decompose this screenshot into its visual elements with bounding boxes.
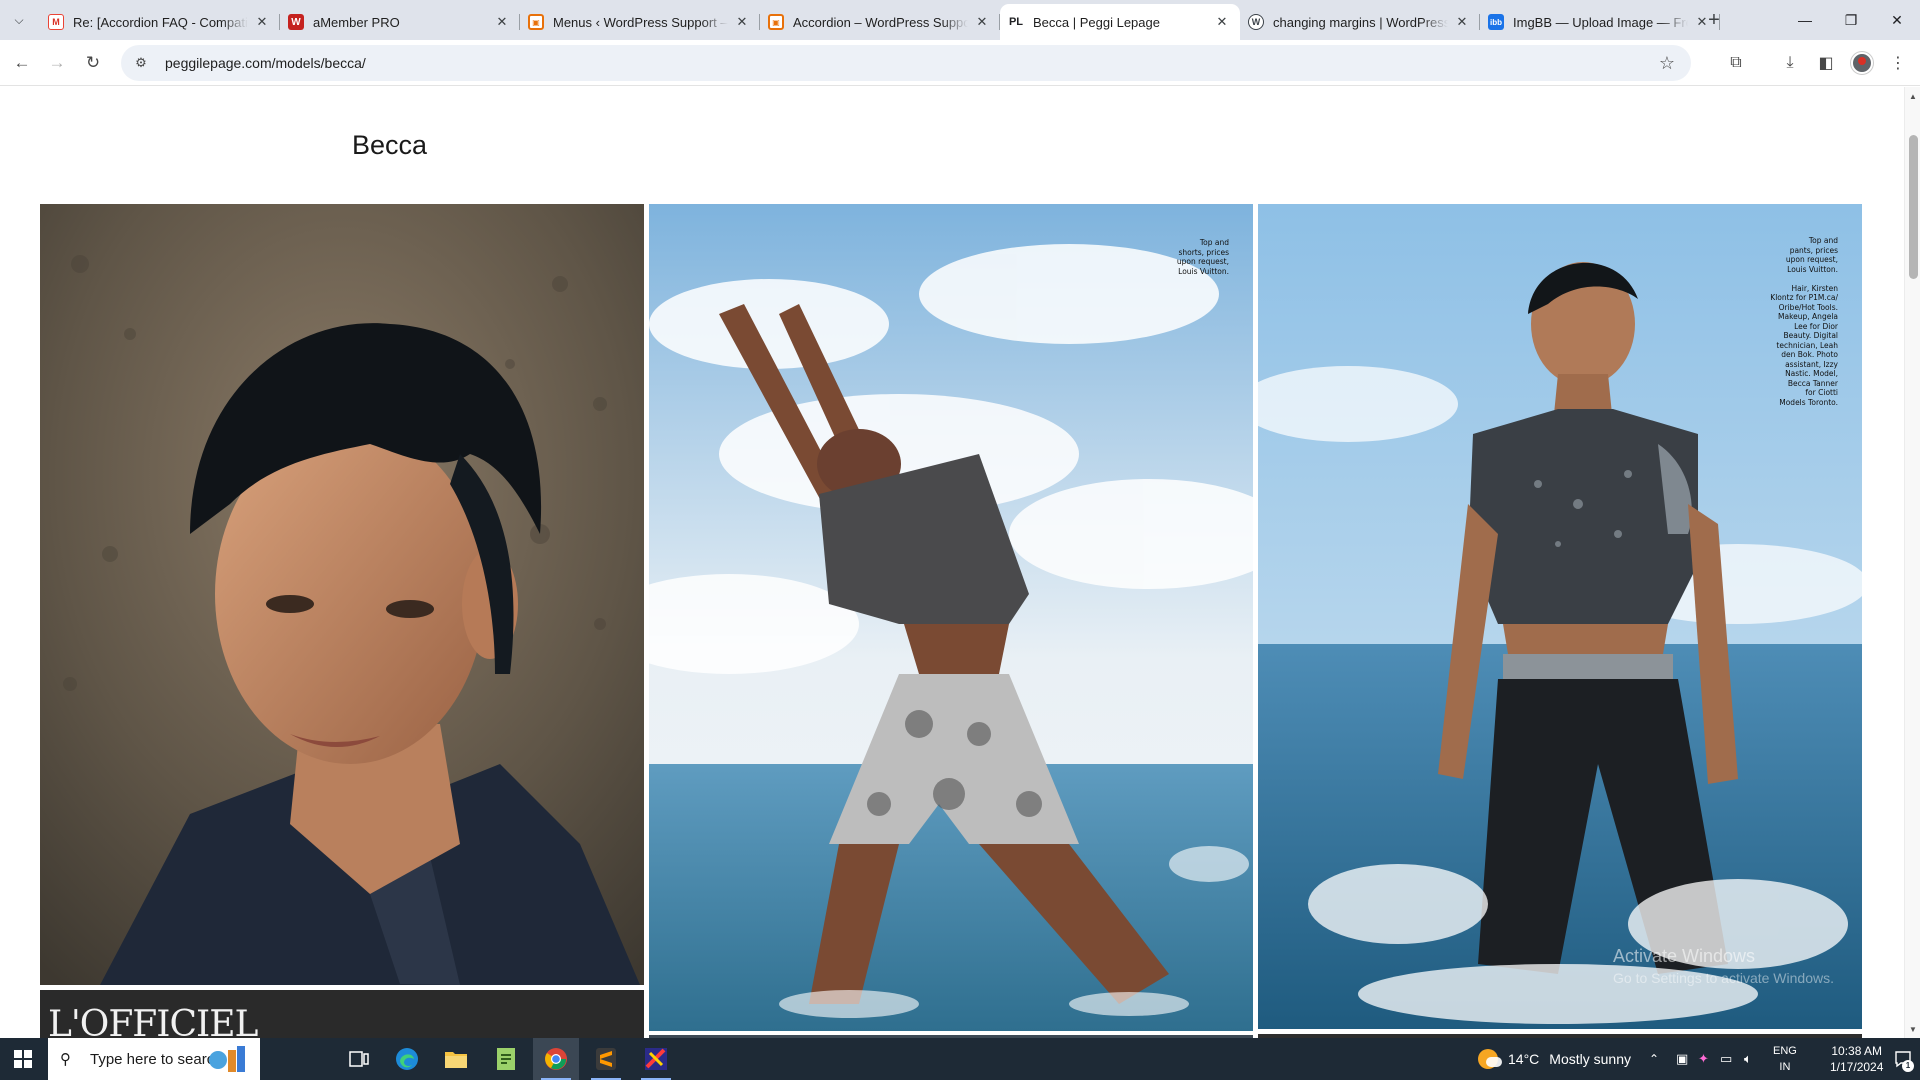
download-icon[interactable]: ⤓: [1778, 51, 1802, 75]
weather-condition: Mostly sunny: [1549, 1051, 1631, 1067]
show-hidden-icons-icon[interactable]: ⌃: [1649, 1038, 1659, 1080]
meet-now-icon[interactable]: ▣: [1676, 1038, 1688, 1080]
close-icon[interactable]: ✕: [974, 14, 990, 30]
bookmark-star-icon[interactable]: ☆: [1655, 51, 1679, 75]
tab-gmail[interactable]: M Re: [Accordion FAQ - Compatib ✕: [40, 4, 280, 40]
language-code: ENG: [1773, 1045, 1797, 1057]
tab-imgbb[interactable]: ibb ImgBB — Upload Image — Free ✕: [1480, 4, 1720, 40]
app-tray-icon[interactable]: ✦: [1698, 1038, 1709, 1080]
profile-avatar[interactable]: [1850, 51, 1874, 75]
page-scrollbar[interactable]: ▲ ▼: [1904, 87, 1920, 1038]
windows-logo-icon: [14, 1050, 32, 1068]
file-explorer-icon[interactable]: [433, 1038, 479, 1080]
menu-kebab-icon[interactable]: ⋮: [1886, 51, 1910, 75]
restore-icon[interactable]: ❐: [1828, 6, 1874, 34]
activate-windows-watermark: Activate Windows: [1613, 946, 1756, 966]
tab-title: changing margins | WordPress.: [1273, 14, 1448, 30]
tab-menus[interactable]: ▣ Menus ‹ WordPress Support — ✕: [520, 4, 760, 40]
sublime-text-icon[interactable]: [583, 1038, 629, 1080]
system-clock[interactable]: 10:38 AM 1/17/2024: [1830, 1038, 1883, 1080]
weather-temp: 14°C: [1508, 1051, 1540, 1067]
close-icon[interactable]: ✕: [1454, 14, 1470, 30]
search-icon: ⚲: [60, 1051, 71, 1068]
clock-date: 1/17/2024: [1830, 1060, 1884, 1074]
windows-taskbar: ⚲ Type here to search 14°C Mostly sunny …: [0, 1038, 1920, 1080]
notepad-plus-icon[interactable]: [483, 1038, 529, 1080]
tab-list: M Re: [Accordion FAQ - Compatib ✕ W aMem…: [40, 4, 1720, 40]
page-title: Becca: [352, 130, 428, 160]
browser-toolbar: ← → ↻ ⚙ peggilepage.com/models/becca/ ☆ …: [0, 40, 1920, 86]
site-info-icon[interactable]: ⚙: [127, 49, 155, 77]
wp-dashboard-icon: ▣: [768, 14, 784, 30]
side-panel-icon[interactable]: ◧: [1814, 51, 1838, 75]
window-close-icon[interactable]: ✕: [1874, 6, 1920, 34]
notification-center-icon[interactable]: 1: [1890, 1046, 1916, 1072]
network-icon[interactable]: ▭: [1720, 1038, 1732, 1080]
search-highlight-icon: [209, 1046, 245, 1072]
scroll-down-arrow-icon[interactable]: ▼: [1905, 1022, 1920, 1036]
back-icon[interactable]: ←: [8, 49, 36, 77]
extensions-icon[interactable]: ⧉: [1724, 51, 1748, 75]
forward-icon[interactable]: →: [43, 49, 71, 77]
volume-icon[interactable]: 🔈︎: [1744, 1038, 1752, 1080]
tab-title: Re: [Accordion FAQ - Compatib: [73, 14, 248, 30]
tab-becca[interactable]: PL Becca | Peggi Lepage ✕: [1000, 4, 1240, 40]
amember-icon: W: [288, 14, 304, 30]
close-icon[interactable]: ✕: [734, 14, 750, 30]
new-tab-icon[interactable]: +: [1702, 8, 1726, 32]
page-viewport: Becca L'OFFICIEL Top and shorts, prices …: [0, 87, 1904, 1038]
wordpress-icon: W: [1248, 14, 1264, 30]
search-placeholder: Type here to search: [90, 1050, 223, 1068]
scroll-up-arrow-icon[interactable]: ▲: [1905, 89, 1920, 103]
minimize-icon[interactable]: —: [1782, 6, 1828, 34]
edge-icon[interactable]: [384, 1038, 430, 1080]
region-code: IN: [1779, 1061, 1791, 1073]
start-button[interactable]: [0, 1038, 46, 1080]
tab-title: Accordion – WordPress Suppor: [793, 14, 968, 30]
task-view-icon[interactable]: [336, 1038, 382, 1080]
paint-app-icon[interactable]: [633, 1038, 679, 1080]
clock-time: 10:38 AM: [1831, 1044, 1883, 1058]
tab-strip: ⌵ M Re: [Accordion FAQ - Compatib ✕ W aM…: [0, 0, 1920, 40]
url-text[interactable]: peggilepage.com/models/becca/: [165, 55, 366, 71]
magazine-logo: L'OFFICIEL: [48, 1004, 258, 1038]
photo-magazine-cover[interactable]: L'OFFICIEL: [40, 990, 644, 1038]
gmail-icon: M: [48, 14, 64, 30]
taskbar-search-box[interactable]: ⚲ Type here to search: [48, 1038, 260, 1080]
notification-count: 1: [1902, 1060, 1914, 1072]
close-icon[interactable]: ✕: [494, 14, 510, 30]
tab-amember[interactable]: W aMember PRO ✕: [280, 4, 520, 40]
photo-credit-caption: Top and shorts, prices upon request, Lou…: [1176, 238, 1229, 276]
weather-sun-cloud-icon: [1478, 1049, 1502, 1069]
activate-windows-subtext: Go to Settings to activate Windows.: [1613, 970, 1834, 986]
photo-stretch[interactable]: Top and shorts, prices upon request, Lou…: [649, 204, 1253, 1031]
close-icon[interactable]: ✕: [1214, 14, 1230, 30]
photo-credit-caption: Top and pants, prices upon request, Loui…: [1770, 236, 1838, 407]
tab-search-icon[interactable]: ⌵: [7, 9, 31, 31]
wp-dashboard-icon: ▣: [528, 14, 544, 30]
tab-accordion[interactable]: ▣ Accordion – WordPress Suppor ✕: [760, 4, 1000, 40]
photo-walking[interactable]: Top and pants, prices upon request, Loui…: [1258, 204, 1862, 1029]
imgbb-icon: ibb: [1488, 14, 1504, 30]
close-icon[interactable]: ✕: [254, 14, 270, 30]
weather-widget[interactable]: 14°C Mostly sunny: [1478, 1038, 1631, 1080]
chrome-icon[interactable]: [533, 1038, 579, 1080]
pl-icon: PL: [1008, 16, 1024, 28]
reload-icon[interactable]: ↻: [79, 49, 107, 77]
tab-title: Becca | Peggi Lepage: [1033, 14, 1160, 30]
tab-title: ImgBB — Upload Image — Free: [1513, 14, 1688, 30]
stretch-image: [649, 204, 1253, 1031]
tab-title: Menus ‹ WordPress Support —: [553, 14, 728, 30]
tab-title: aMember PRO: [313, 14, 400, 30]
address-bar[interactable]: ⚙ peggilepage.com/models/becca/ ☆: [121, 45, 1691, 81]
tab-changing-margins[interactable]: W changing margins | WordPress. ✕: [1240, 4, 1480, 40]
portrait-image: [40, 204, 644, 985]
language-indicator[interactable]: ENG IN: [1773, 1038, 1797, 1080]
scroll-thumb[interactable]: [1909, 135, 1918, 279]
photo-portrait[interactable]: [40, 204, 644, 985]
